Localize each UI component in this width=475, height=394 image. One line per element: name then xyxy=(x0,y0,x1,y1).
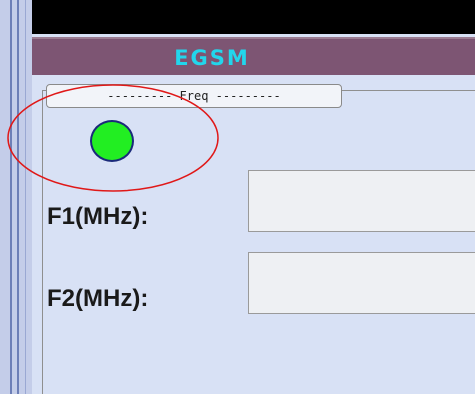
red-annotation-ellipse xyxy=(7,84,219,192)
annotation-ellipse-shape xyxy=(7,84,219,192)
edge-line xyxy=(10,0,12,394)
f2-input[interactable] xyxy=(248,252,475,314)
edge-line xyxy=(25,0,26,394)
edge-line xyxy=(17,0,19,394)
panel-title: EGSM xyxy=(174,46,250,70)
left-window-edge xyxy=(0,0,32,394)
top-bar xyxy=(32,0,475,34)
egsm-panel: EGSM --------- Freq --------- F1(MHz): F… xyxy=(32,0,475,394)
f1-input[interactable] xyxy=(248,170,475,232)
panel-titlebar: EGSM xyxy=(32,37,475,75)
f1-label: F1(MHz): xyxy=(47,203,149,230)
f2-label: F2(MHz): xyxy=(47,285,149,312)
